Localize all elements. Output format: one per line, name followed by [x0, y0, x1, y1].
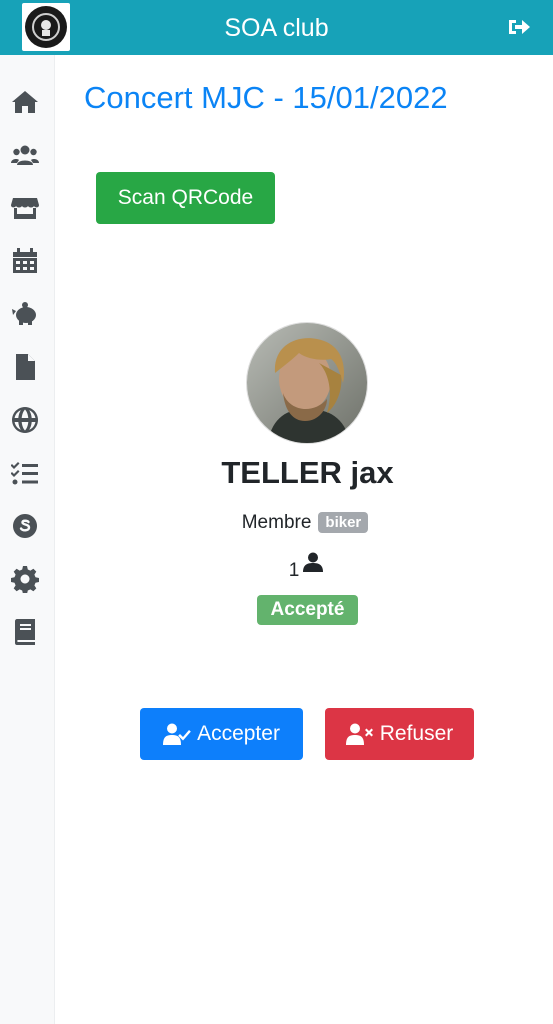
role-badge: biker	[318, 512, 369, 533]
participant-name: TELLER jax	[221, 455, 394, 490]
sign-out-icon[interactable]	[509, 17, 531, 37]
page-title: Concert MJC - 15/01/2022	[84, 80, 448, 115]
participant-count-row: 1	[0, 552, 553, 582]
app-title: SOA club	[224, 14, 329, 42]
top-bar: SOA club	[0, 0, 553, 55]
home-icon[interactable]	[10, 87, 40, 117]
accept-button[interactable]: Accepter	[140, 708, 303, 760]
piggy-bank-icon[interactable]	[10, 299, 40, 329]
globe-icon[interactable]	[10, 405, 40, 435]
refuse-label: Refuser	[379, 722, 454, 745]
scan-qrcode-button[interactable]: Scan QRCode	[96, 172, 275, 224]
participant-role: Membre	[241, 512, 312, 533]
book-icon[interactable]	[10, 617, 40, 647]
participant-count: 1	[288, 560, 300, 581]
participant-role-row: Membre biker	[0, 512, 553, 534]
avatar	[246, 322, 368, 444]
user-times-icon	[345, 723, 373, 745]
calendar-icon[interactable]	[10, 246, 40, 276]
user-check-icon	[163, 723, 191, 745]
refuse-button[interactable]: Refuser	[325, 708, 474, 760]
scan-qrcode-label: Scan QRCode	[117, 186, 254, 209]
status-badge: Accepté	[257, 595, 358, 625]
users-icon[interactable]	[10, 140, 40, 170]
accept-label: Accepter	[197, 722, 280, 745]
store-icon[interactable]	[10, 193, 40, 223]
file-icon[interactable]	[10, 352, 40, 382]
sidebar	[0, 55, 55, 1024]
user-icon	[303, 552, 324, 572]
